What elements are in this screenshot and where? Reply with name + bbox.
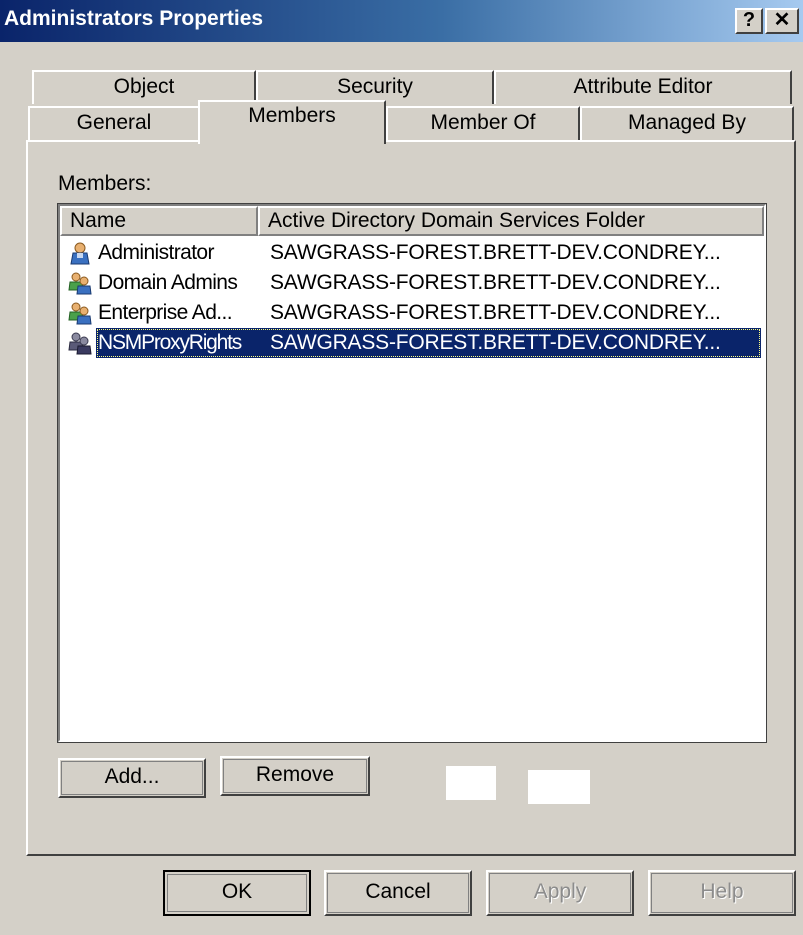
blank-control xyxy=(528,770,590,804)
help-title-button[interactable]: ? xyxy=(735,8,763,34)
member-name: Domain Admins xyxy=(98,271,238,294)
group-icon xyxy=(68,302,92,325)
list-item[interactable]: Administrator SAWGRASS-FOREST.BRETT-DEV.… xyxy=(62,238,762,268)
user-icon xyxy=(70,242,90,265)
members-label: Members: xyxy=(58,172,152,195)
close-icon: ✕ xyxy=(773,9,791,31)
member-folder: SAWGRASS-FOREST.BRETT-DEV.CONDREY... xyxy=(270,301,721,324)
member-name: Administrator xyxy=(98,241,215,264)
member-folder: SAWGRASS-FOREST.BRETT-DEV.CONDREY... xyxy=(270,241,721,264)
tab-general[interactable]: General xyxy=(28,106,200,140)
close-button[interactable]: ✕ xyxy=(765,8,799,34)
members-list[interactable]: Name Active Directory Domain Services Fo… xyxy=(57,203,767,743)
list-item[interactable]: Enterprise Ad... SAWGRASS-FOREST.BRETT-D… xyxy=(62,298,762,328)
remove-button[interactable]: Remove xyxy=(220,756,370,796)
members-tab-panel: Members: Name Active Directory Domain Se… xyxy=(26,140,796,856)
group-icon xyxy=(68,332,92,355)
tab-managed-by[interactable]: Managed By xyxy=(580,106,794,140)
member-folder: SAWGRASS-FOREST.BRETT-DEV.CONDREY... xyxy=(270,331,721,354)
tab-members[interactable]: Members xyxy=(198,100,386,144)
member-name: NSMProxyRights xyxy=(98,331,242,354)
column-header-folder[interactable]: Active Directory Domain Services Folder xyxy=(258,206,764,236)
help-button[interactable]: Help xyxy=(648,870,796,916)
list-header: Name Active Directory Domain Services Fo… xyxy=(60,206,764,236)
ok-button[interactable]: OK xyxy=(163,870,311,916)
add-button[interactable]: Add... xyxy=(58,758,206,798)
member-name: Enterprise Ad... xyxy=(98,301,233,324)
blank-control xyxy=(446,766,496,800)
window-title: Administrators Properties xyxy=(4,7,264,30)
apply-button[interactable]: Apply xyxy=(486,870,634,916)
column-header-name[interactable]: Name xyxy=(60,206,258,236)
group-icon xyxy=(68,272,92,295)
properties-dialog: Administrators Properties ? ✕ Object Sec… xyxy=(0,0,803,935)
title-bar[interactable]: Administrators Properties ? ✕ xyxy=(0,0,803,42)
list-item[interactable]: Domain Admins SAWGRASS-FOREST.BRETT-DEV.… xyxy=(62,268,762,298)
list-item-selected[interactable]: NSMProxyRights SAWGRASS-FOREST.BRETT-DEV… xyxy=(62,328,762,358)
tab-security[interactable]: Security xyxy=(256,70,494,104)
tab-attribute-editor[interactable]: Attribute Editor xyxy=(494,70,792,104)
member-folder: SAWGRASS-FOREST.BRETT-DEV.CONDREY... xyxy=(270,271,721,294)
cancel-button[interactable]: Cancel xyxy=(324,870,472,916)
tab-member-of[interactable]: Member Of xyxy=(386,106,580,140)
tab-object[interactable]: Object xyxy=(32,70,256,104)
